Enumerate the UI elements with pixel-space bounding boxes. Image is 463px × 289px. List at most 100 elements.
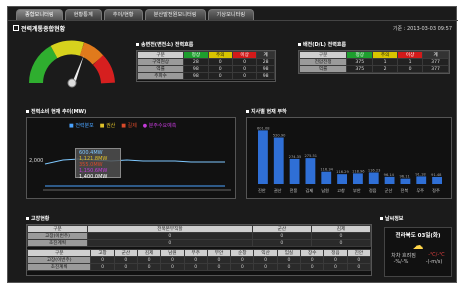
t1-v: 98 [256, 65, 275, 73]
substation-table: 구분 정상 주의 이상 계 구역현상 28 0 0 28 역률 98 0 0 98 주파수 98 0 0 98 [136, 50, 276, 82]
t2-v: 1 [397, 58, 424, 66]
bar [273, 137, 284, 184]
fault-cell: 0 [253, 256, 278, 264]
trend-panel: ■ 전력분포 ■ 권산 ■ 길제 ● 분주수요예측 2,000 600.4MW … [26, 117, 236, 199]
fault-cell: 0 [346, 256, 372, 264]
t1-v: 0 [207, 58, 233, 66]
bar-category-label: 고창 [337, 187, 345, 193]
bar [289, 158, 300, 184]
t1-v: 98 [183, 65, 209, 73]
fault-cell: 0 [113, 256, 138, 264]
bar [416, 176, 427, 184]
bar-category-label: 부안 [353, 187, 361, 194]
gauge-hub [67, 78, 77, 88]
fault-cell: 0 [136, 256, 162, 264]
bar-category-label: 전북 [401, 187, 409, 194]
t2-v: 375 [346, 58, 374, 66]
t2-v: 0 [397, 65, 424, 73]
fault-cell: 0 [113, 263, 138, 271]
legend-item: ■ 길제 [121, 123, 137, 129]
bar [321, 171, 332, 184]
fault-cell: 0 [276, 263, 302, 271]
f-v: 0 [251, 239, 312, 247]
t1-r0: 구역현상 [136, 58, 185, 66]
weather-temp: -℃/-℃ [428, 252, 445, 258]
section-load-title: 지사별 현재 부하 [246, 108, 287, 115]
load-panel: 601.08 진안 520.90 권산 274.35 전풍 275.51 김제 116.34 남원… [246, 117, 452, 199]
f-h: 구분 [27, 225, 88, 233]
bar-category-label: 정주 [432, 187, 440, 194]
t2-r0: 전압전정 [298, 58, 348, 66]
series-line [44, 158, 225, 165]
tab-weather[interactable]: 기상모니터링 [207, 9, 255, 20]
bar-category-label: 군산 [385, 187, 393, 193]
fault-cell: 0 [300, 263, 325, 271]
fault-cell: 0 [323, 256, 348, 264]
t1-v: 0 [207, 72, 233, 80]
fault-cell: 0 [90, 263, 115, 271]
tooltip-line: 1,400.0MW [79, 174, 108, 180]
t2-h0: 구분 [298, 51, 348, 59]
fault-cell: 무주 [183, 249, 208, 257]
t2-v: 377 [422, 65, 449, 73]
t1-v: 0 [231, 65, 258, 73]
bar-value-label: 96.14 [384, 173, 395, 177]
bar-value-label: 118.96 [352, 169, 365, 173]
tab-overview[interactable]: 종합모니터링 [16, 9, 63, 20]
date-label: 기준 : 2013-03-03 09:57 [392, 26, 452, 32]
fault-cell: 군산 [113, 249, 138, 257]
legend-item: ■ 권산 [99, 123, 116, 129]
tab-trend[interactable]: 추이/현황 [103, 9, 143, 20]
bar-value-label: 96.11 [400, 175, 410, 179]
bar-value-label: 91.48 [431, 173, 442, 177]
legend-item: ● 분주수요예측 [142, 123, 177, 129]
weather-title: 전라북도 03일(화) [395, 233, 441, 239]
fault-cell: 정읍 [323, 249, 348, 257]
fault-cell: 0 [160, 256, 185, 264]
tab-distributed[interactable]: 분산발전원모니터링 [144, 9, 206, 20]
fault-cell: 0 [90, 256, 115, 264]
bar-value-label: 601.08 [257, 126, 270, 130]
t2-h3: 이상 [397, 51, 424, 59]
bar-value-label: 116.34 [320, 168, 333, 172]
f-h: 군산 [251, 225, 312, 233]
monitoring-window: 종합모니터링 현황통계 추이/현황 분산발전원모니터링 기상모니터링 전력계통종… [7, 6, 458, 283]
load-bar-chart: 601.08 진안 520.90 권산 274.35 전풍 275.51 김제 116.34 남원… [257, 126, 442, 194]
f-r: 초진계획 [27, 239, 88, 247]
cloud-sun-icon: ☁ [412, 239, 424, 252]
fault-cell: 0 [183, 256, 208, 264]
bar-category-label: 김제 [306, 187, 314, 194]
fault-cell: 0 [206, 256, 232, 264]
f-r: 고장(이번주) [27, 232, 88, 240]
section-weather-title: 날씨정보 [380, 215, 403, 222]
fault-cell: 장수 [300, 249, 325, 257]
fault-cell: 0 [230, 263, 255, 271]
weather-label: 차차 흐려짐 [391, 253, 416, 259]
bar-category-label: 남원 [321, 187, 329, 193]
fault-cell: 진안 [346, 249, 372, 257]
bar [368, 172, 379, 184]
t1-h3: 이상 [231, 51, 258, 59]
fault-cell: 고장(이번주) [26, 256, 92, 264]
f-v: 0 [310, 232, 372, 240]
t1-h0: 구분 [136, 51, 185, 59]
bar [305, 158, 316, 184]
trend-tooltip: 600.4MW 1,121.8MW 355.0MW 1,150.6MW 1,40… [75, 148, 121, 180]
header-divider [8, 20, 458, 21]
gauge-yellow [50, 40, 85, 59]
fault-cell: 0 [230, 256, 255, 264]
bar-category-label: 권산 [274, 187, 282, 193]
f-v: 0 [310, 239, 372, 247]
t1-v: 98 [256, 72, 275, 80]
bar-value-label: 520.90 [273, 134, 286, 138]
bar [337, 174, 347, 184]
t1-v: 28 [183, 58, 209, 66]
fault-cell: 0 [253, 263, 278, 271]
t1-h1: 정상 [183, 51, 209, 59]
fault-cell: 임실 [276, 249, 302, 257]
section-trend-title: 전력소비 현재 추이(MW) [26, 108, 86, 115]
bar-value-label: 274.35 [289, 155, 302, 159]
f-v: 0 [87, 239, 253, 247]
fault-cell: 구분 [26, 249, 92, 257]
tab-stats[interactable]: 현황통계 [64, 9, 102, 20]
